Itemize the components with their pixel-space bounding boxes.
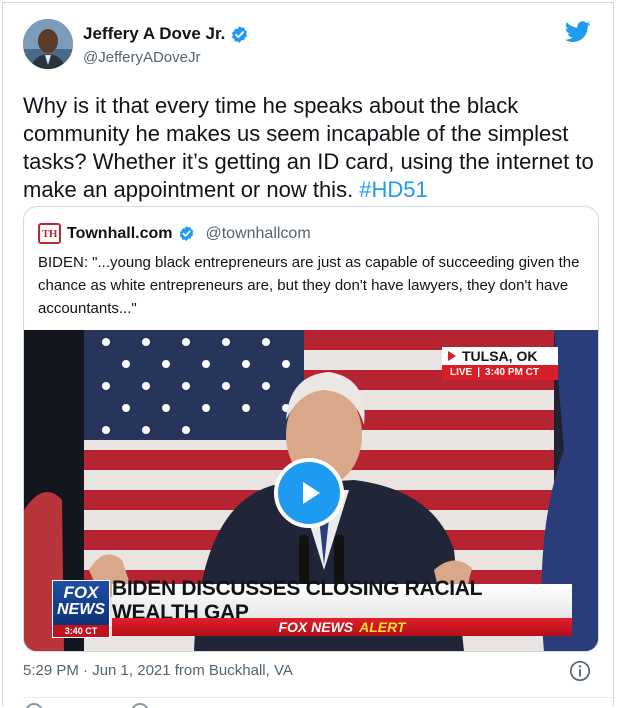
quoted-text: BIDEN: "...young black entrepreneurs are… bbox=[38, 254, 580, 317]
location-text: TULSA, OK bbox=[462, 348, 538, 364]
location-arrow-icon bbox=[448, 351, 456, 361]
location-label: TULSA, OK bbox=[442, 347, 558, 365]
twitter-bird-icon[interactable] bbox=[565, 21, 591, 43]
quoted-header: TH Townhall.com @townhallcom bbox=[38, 223, 311, 244]
chyron-time: 3:40 CT bbox=[53, 625, 109, 637]
tweet-text: Why is it that every time he speaks abou… bbox=[23, 92, 608, 204]
location-bug: TULSA, OK LIVE | 3:40 PM CT bbox=[442, 347, 558, 380]
live-text: LIVE bbox=[450, 367, 473, 378]
tweet-body: Why is it that every time he speaks abou… bbox=[23, 93, 594, 202]
reply-icon[interactable] bbox=[25, 703, 43, 708]
author-display-name[interactable]: Jeffery A Dove Jr. bbox=[83, 24, 225, 44]
author-block: Jeffery A Dove Jr. @JefferyADoveJr bbox=[83, 24, 249, 66]
quoted-author-name[interactable]: Townhall.com bbox=[67, 225, 172, 243]
news-chyron: FOX NEWS 3:40 CT BIDEN DISCUSSES CLOSING… bbox=[52, 577, 586, 638]
flag-canton bbox=[84, 330, 304, 440]
quoted-author-handle[interactable]: @townhallcom bbox=[205, 225, 310, 243]
alert-bar: FOX NEWS ALERT bbox=[112, 618, 572, 636]
live-label: LIVE | 3:40 PM CT bbox=[442, 365, 558, 380]
actions-divider bbox=[23, 697, 613, 698]
alert-brand: FOX NEWS bbox=[278, 619, 354, 635]
avatar-photo bbox=[23, 19, 73, 69]
live-time: 3:40 PM CT bbox=[485, 367, 539, 378]
chyron-headline: BIDEN DISCUSSES CLOSING RACIAL WEALTH GA… bbox=[112, 577, 572, 624]
info-icon[interactable] bbox=[569, 660, 591, 682]
verified-badge-icon bbox=[180, 226, 194, 241]
alert-word: ALERT bbox=[359, 619, 406, 635]
avatar[interactable] bbox=[23, 19, 73, 69]
author-handle[interactable]: @JefferyADoveJr bbox=[83, 49, 249, 66]
play-icon bbox=[303, 482, 320, 504]
video-player[interactable]: TULSA, OK LIVE | 3:40 PM CT FOX NEWS 3:4… bbox=[24, 330, 598, 651]
tweet-card: Jeffery A Dove Jr. @JefferyADoveJr Why i… bbox=[2, 2, 614, 708]
play-button[interactable] bbox=[274, 458, 344, 528]
quoted-tweet[interactable]: TH Townhall.com @townhallcom BIDEN: "...… bbox=[23, 206, 599, 652]
retweet-icon[interactable] bbox=[131, 703, 149, 708]
townhall-avatar[interactable]: TH bbox=[38, 223, 61, 244]
live-separator: | bbox=[477, 367, 481, 378]
tweet-timestamp[interactable]: 5:29 PM · Jun 1, 2021 from Buckhall, VA bbox=[23, 662, 293, 679]
fox-logo-line1: FOX bbox=[63, 583, 99, 602]
fox-news-logo: FOX NEWS 3:40 CT bbox=[52, 580, 110, 638]
fox-logo-line2: NEWS bbox=[57, 601, 105, 618]
verified-badge-icon bbox=[232, 25, 248, 43]
hashtag-link[interactable]: #HD51 bbox=[359, 177, 427, 202]
author-name-row[interactable]: Jeffery A Dove Jr. bbox=[83, 24, 249, 44]
